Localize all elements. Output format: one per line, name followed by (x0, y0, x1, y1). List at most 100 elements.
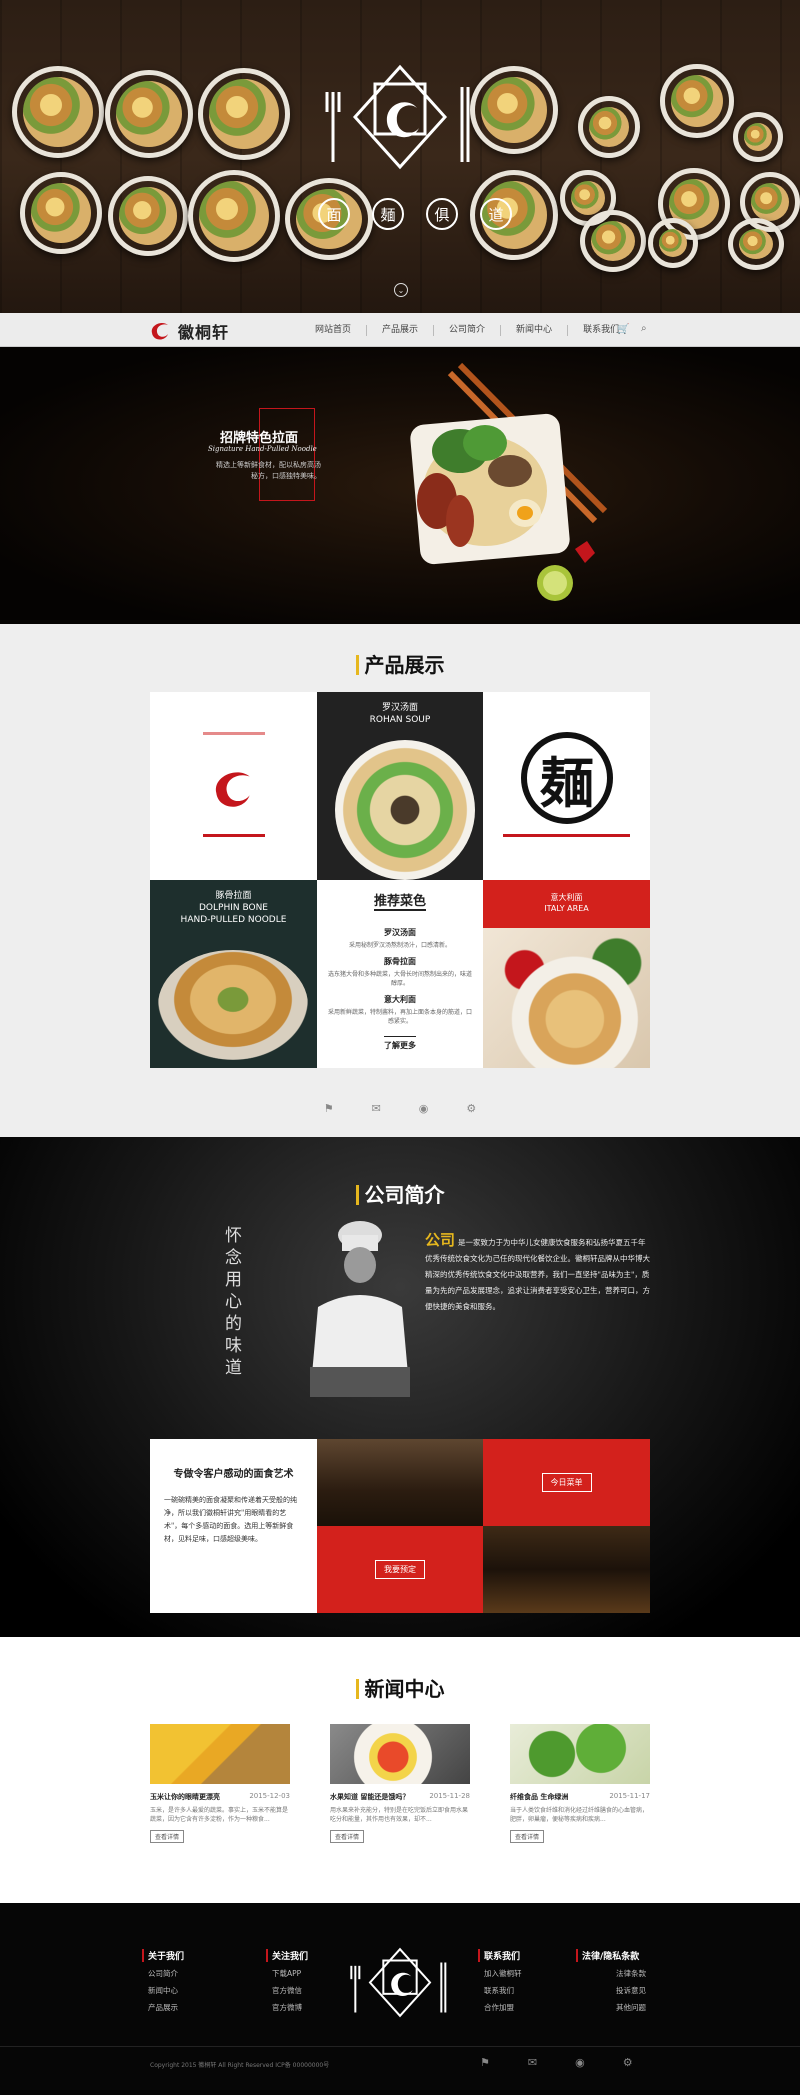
product-card-dolphin[interactable]: 豚骨拉面 DOLPHIN BONE HAND-PULLED NOODLE (150, 880, 317, 1068)
noodle-bowl-image (580, 210, 646, 272)
news-date: 2015-12-03 (249, 1792, 290, 1800)
recommend-card: 推荐菜色 罗汉汤面 采用秘制罗汉汤熬制汤汁，口感清新。 豚骨拉面 选东猪大骨和多… (317, 880, 483, 1068)
view-details-button[interactable]: 查看详情 (330, 1830, 365, 1843)
news-title-text[interactable]: 水果知道 留能还是饿吗？ (330, 1792, 409, 1802)
nav-item-company[interactable]: 公司简介 (434, 324, 502, 336)
footer-link[interactable]: 投诉意见 (576, 1985, 646, 1996)
noodle-bowl-image (648, 218, 698, 268)
product-grid: 罗汉汤面 ROHAN SOUP 麺 豚骨拉面 DOLPHIN BONE HAND… (150, 692, 650, 1068)
footer-col-follow: 关注我们 下载APP 官方微信 官方微博 (266, 1949, 308, 2013)
divider (203, 834, 265, 837)
company-title: 公司简介 (364, 1183, 445, 1207)
noodle-dish-image (410, 362, 608, 601)
view-details-button[interactable]: 查看详情 (150, 1830, 185, 1843)
product-label: 意大利面 ITALY AREA (483, 880, 650, 928)
footer-link[interactable]: 下载APP (266, 1968, 308, 1979)
today-menu-button[interactable]: 今日菜单 (541, 1473, 592, 1492)
news-title-text[interactable]: 纤维食品 生命绿洲 (510, 1792, 568, 1802)
footer: 关于我们 公司简介 新闻中心 产品展示 关注我们 下载APP 官方微信 官方微博… (0, 1903, 800, 2095)
footer-link[interactable]: 产品展示 (142, 2002, 184, 2013)
footer-link[interactable]: 法律条款 (576, 1968, 646, 1979)
footer-link[interactable]: 公司简介 (142, 1968, 184, 1979)
product-card-italy[interactable]: 意大利面 ITALY AREA (483, 880, 650, 1068)
hero-motto: 面 麺 俱 道 (318, 198, 512, 230)
broccoli-image (510, 1724, 650, 1784)
hero-banner: 面 麺 俱 道 ⌄ (0, 0, 800, 313)
product-en-name: DOLPHIN BONE (199, 903, 268, 913)
settings-icon[interactable]: ⚙ (466, 1102, 476, 1115)
product-en-name: ROHAN SOUP (369, 715, 431, 725)
divider (203, 732, 265, 735)
noodle-bowl-image (578, 96, 640, 158)
noodle-bowl-image (12, 66, 104, 158)
share-icon[interactable]: ⚑ (324, 1102, 334, 1115)
footer-link[interactable]: 新闻中心 (142, 1985, 184, 1996)
reserve-button[interactable]: 我要预定 (375, 1560, 425, 1579)
news-summary: 用水果来补充能分，特别是在吃完饭后立即食用水果吃分和能量，其作用也有效果，却不.… (330, 1807, 469, 1823)
news-section: 新闻中心 玉米让你的眼睛更漂亮 2015-12-03 玉米，是许多人最爱的蔬菜。… (0, 1637, 800, 1903)
footer-link[interactable]: 其他问题 (576, 2002, 646, 2013)
footer-logo (350, 1947, 447, 2018)
fruit-image (330, 1724, 470, 1784)
wechat-icon[interactable]: ✉ (372, 1102, 381, 1115)
view-details-button[interactable]: 查看详情 (510, 1830, 545, 1843)
products-section: 产品展示 罗汉汤面 ROHAN SOUP 麺 豚骨拉面 DOLPHIN BONE… (0, 624, 800, 1137)
nav-item-news[interactable]: 新闻中心 (501, 324, 569, 336)
noodle-bowl-image (198, 68, 290, 160)
news-item[interactable]: 水果知道 留能还是饿吗？ 2015-11-28 用水果来补充能分，特别是在吃完饭… (330, 1724, 470, 1843)
weibo-icon[interactable]: ◉ (575, 2056, 585, 2069)
signature-title: 招牌特色拉面 (220, 431, 299, 446)
news-head: 水果知道 留能还是饿吗？ 2015-11-28 (330, 1792, 470, 1802)
footer-link[interactable]: 官方微博 (266, 2002, 308, 2013)
wechat-icon[interactable]: ✉ (528, 2056, 537, 2069)
recommend-title: 推荐菜色 (373, 890, 426, 911)
cart-icon[interactable]: 🛒 (617, 324, 629, 335)
weibo-icon[interactable]: ◉ (419, 1102, 429, 1115)
footer-col-head: 关注我们 (266, 1949, 308, 1962)
noodle-bowl-image (108, 176, 188, 256)
noodle-bowl-image (470, 66, 558, 154)
footer-col-head: 联系我们 (478, 1949, 522, 1962)
search-icon[interactable]: ⌕ (641, 323, 647, 334)
motto-char: 麺 (372, 198, 404, 230)
footer-link[interactable]: 合作加盟 (478, 2002, 522, 2013)
divider (503, 834, 630, 837)
nav-item-products[interactable]: 产品展示 (367, 324, 435, 336)
dolphin-noodle-image (158, 950, 308, 1060)
recommend-item-name: 豚骨拉面 (384, 957, 416, 966)
motto-char: 道 (480, 198, 512, 230)
news-item[interactable]: 纤维食品 生命绿洲 2015-11-17 当于人类饮食纤维和消化经过纤维膳食的心… (510, 1724, 650, 1843)
company-grid: 专做令客户感动的面食艺术 一碗碗精美的面食凝聚和传递着天受般的纯净，所以我们徽桐… (150, 1439, 650, 1613)
nav-item-home[interactable]: 网站首页 (300, 324, 368, 336)
product-label: 罗汉汤面 ROHAN SOUP (317, 692, 483, 726)
news-title-text[interactable]: 玉米让你的眼睛更漂亮 (150, 1792, 220, 1802)
footer-col-legal: 法律/隐私条款 法律条款 投诉意见 其他问题 (576, 1949, 646, 2013)
news-list: 玉米让你的眼睛更漂亮 2015-12-03 玉米，是许多人最爱的蔬菜。事实上，玉… (150, 1724, 650, 1843)
company-intro: 公司 是一家致力于为中华儿女健康饮食服务和弘扬华夏五千年优秀传统饮食文化为己任的现… (425, 1232, 650, 1315)
recommend-item-text: 选东猪大骨和多种蔬菜，大骨长时间熬制出来的，味道醇厚。 (327, 971, 472, 987)
brand[interactable]: 徽桐轩 (148, 319, 229, 343)
footer-link[interactable]: 加入徽桐轩 (478, 1968, 522, 1979)
settings-icon[interactable]: ⚙ (623, 2056, 633, 2069)
news-head: 玉米让你的眼睛更漂亮 2015-12-03 (150, 1792, 290, 1802)
restaurant-image (317, 1439, 483, 1526)
footer-col-head: 法律/隐私条款 (576, 1949, 646, 1962)
nav-menu: 网站首页 产品展示 公司简介 新闻中心 联系我们 (300, 313, 634, 347)
corn-image (150, 1724, 290, 1784)
news-item[interactable]: 玉米让你的眼睛更漂亮 2015-12-03 玉米，是许多人最爱的蔬菜。事实上，玉… (150, 1724, 290, 1843)
chevron-down-icon[interactable]: ⌄ (394, 283, 408, 297)
social-icons: ⚑ ✉ ◉ ⚙ (0, 1102, 800, 1115)
recommend-item-text: 采用秘制罗汉汤熬制汤汁，口感清新。 (348, 942, 451, 949)
company-slogan: 怀念用心的味道 (225, 1226, 242, 1378)
reserve-card: 我要预定 (317, 1526, 483, 1613)
brand-logo-card (150, 692, 317, 880)
copyright: Copyright 2015 徽桐轩 All Right Reserved IC… (150, 2062, 330, 2069)
shrimp-logo-icon (215, 772, 250, 807)
intro-text: 是一家致力于为中华儿女健康饮食服务和弘扬华夏五千年优秀传统饮食文化为己任的现代化… (425, 1238, 650, 1311)
product-card-rohan[interactable]: 罗汉汤面 ROHAN SOUP (317, 692, 483, 880)
share-icon[interactable]: ⚑ (480, 2056, 490, 2069)
product-name: 罗汉汤面 (381, 703, 418, 713)
learn-more-link[interactable]: 了解更多 (384, 1036, 416, 1051)
footer-link[interactable]: 联系我们 (478, 1985, 522, 1996)
footer-link[interactable]: 官方微信 (266, 1985, 308, 1996)
